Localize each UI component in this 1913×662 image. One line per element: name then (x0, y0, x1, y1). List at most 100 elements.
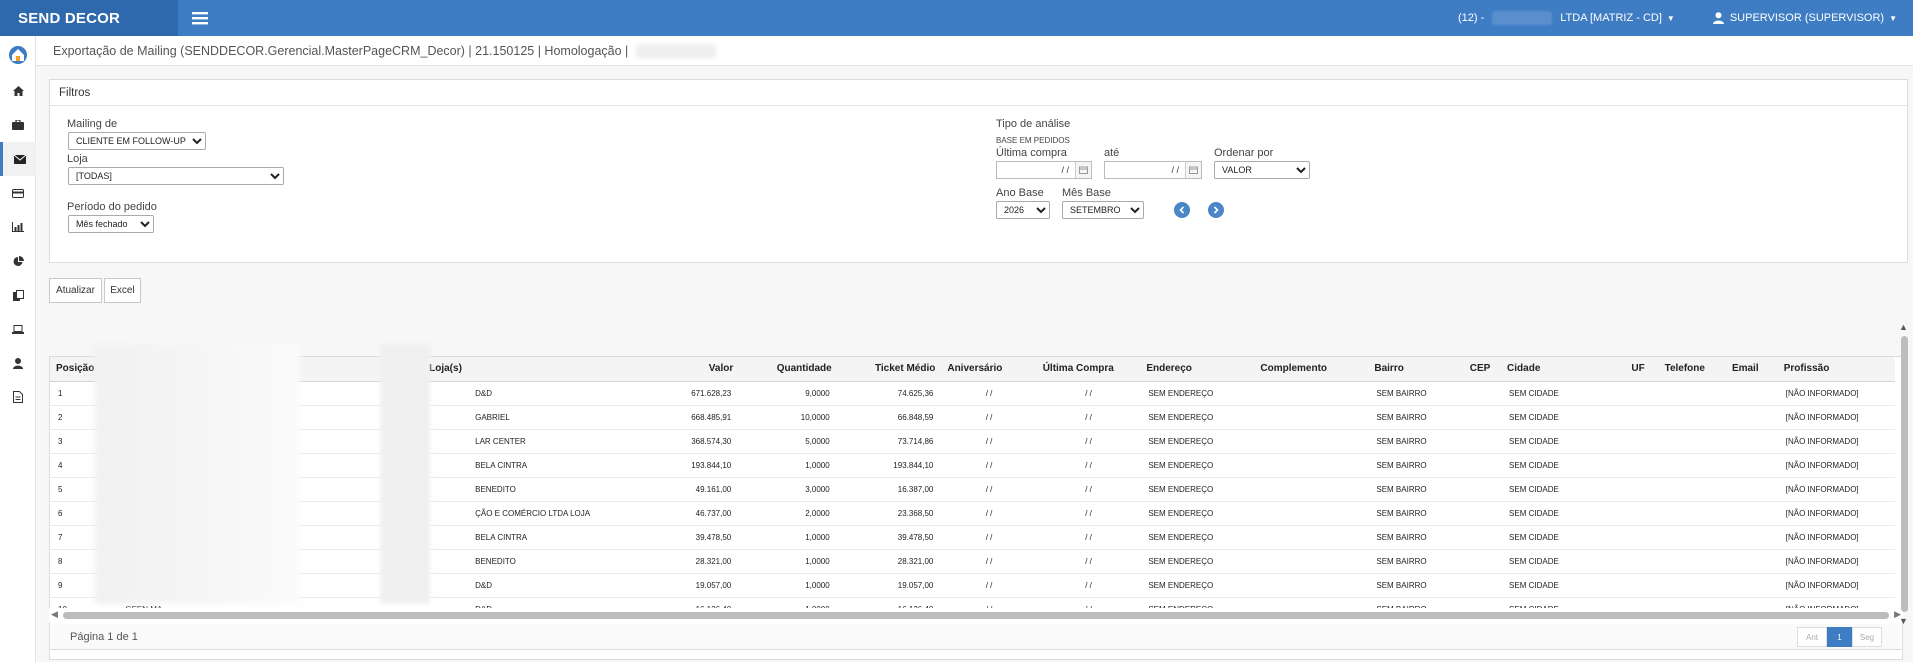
column-header[interactable]: UF (1625, 357, 1659, 382)
ano-base-label: Ano Base (996, 187, 1044, 199)
pagination-next[interactable]: Seg (1852, 627, 1882, 647)
table-row[interactable]: 6MARCELEÇÃO E COMÉRCIO LTDA LOJA46.737,0… (50, 501, 1895, 526)
table-cell (1463, 381, 1502, 406)
table-row[interactable]: 4SIHMON SBELA CINTRA193.844,101,0000193.… (50, 453, 1895, 478)
table-cell: ÇÃO E COMÉRCIO LTDA LOJA (423, 501, 605, 526)
sidebar-item-reports[interactable] (0, 210, 36, 244)
mes-base-select[interactable]: SETEMBRO (1062, 201, 1144, 219)
table-cell (1625, 477, 1659, 502)
table-cell: SEM BAIRRO (1368, 381, 1464, 406)
table-cell (1254, 573, 1369, 598)
column-header[interactable]: Aniversário (941, 357, 1037, 382)
table-row[interactable]: 5MARCELEBENEDITO49.161,003,000016.387,00… (50, 477, 1895, 502)
ultima-compra-label: Última compra (996, 147, 1067, 159)
column-header[interactable]: Loja(s) (423, 357, 605, 382)
sidebar-item-briefcase[interactable] (0, 108, 36, 142)
table-row[interactable]: 9MARIANND&D19.057,001,000019.057,00/ // … (50, 573, 1895, 598)
calendar-icon[interactable] (1075, 162, 1091, 178)
top-navbar: SEND DECOR (12) - LTDA [MATRIZ - CD] ▼ S… (0, 0, 1913, 36)
column-header[interactable]: Quantidade (739, 357, 838, 382)
table-cell: 9,0000 (739, 381, 838, 406)
brand-logo[interactable]: SEND DECOR (0, 0, 178, 36)
vertical-scroll-thumb[interactable] (1901, 336, 1908, 612)
scroll-left-icon[interactable]: ◀ (51, 609, 58, 620)
sidebar-item-analytics[interactable] (0, 244, 36, 278)
periodo-select[interactable]: Mês fechado (68, 215, 154, 233)
scroll-up-icon[interactable]: ▲ (1899, 322, 1908, 332)
next-month-button[interactable] (1208, 202, 1224, 218)
user-icon (13, 357, 23, 369)
table-cell: / / (1036, 405, 1141, 430)
column-header[interactable]: Valor (604, 357, 740, 382)
column-header[interactable]: Ticket Médio (837, 357, 942, 382)
table-cell (1658, 381, 1726, 406)
table-cell: SEM BAIRRO (1368, 405, 1464, 430)
menu-toggle-button[interactable] (186, 4, 214, 32)
table-cell: 3,0000 (739, 477, 838, 502)
atualizar-button[interactable]: Atualizar (49, 278, 102, 303)
sidebar-item-mailing[interactable] (0, 142, 36, 176)
column-header[interactable]: Última Compra (1036, 357, 1141, 382)
ordenar-select[interactable]: VALOR (1214, 161, 1310, 179)
table-cell: SEM BAIRRO (1368, 549, 1464, 574)
table-cell: 1,0000 (739, 573, 838, 598)
user-name: SUPERVISOR (SUPERVISOR) (1729, 12, 1885, 24)
loja-select[interactable]: [TODAS] (68, 167, 284, 185)
column-header[interactable]: Profissão (1777, 357, 1895, 382)
table-cell: 19.057,00 (837, 573, 942, 598)
ate-field[interactable]: / / (1104, 161, 1202, 179)
table-cell: 193.844,10 (837, 453, 942, 478)
table-cell: / / (941, 477, 1037, 502)
table-cell: / / (1036, 549, 1141, 574)
sidebar-item-files[interactable] (0, 380, 36, 414)
table-row[interactable]: 2MARCELEGABRIEL668.485,9110,000066.848,5… (50, 405, 1895, 430)
column-header[interactable]: Bairro (1368, 357, 1464, 382)
mailing-select[interactable]: CLIENTE EM FOLLOW-UP (68, 132, 206, 150)
table-cell: BELA CINTRA (423, 525, 605, 550)
table-cell: / / (941, 549, 1037, 574)
calendar-icon[interactable] (1185, 162, 1201, 178)
column-header[interactable]: Cidade (1501, 357, 1626, 382)
sidebar-logo[interactable] (0, 36, 36, 74)
page-title: Exportação de Mailing (SENDDECOR.Gerenci… (53, 43, 629, 58)
ultima-compra-field[interactable]: / / (996, 161, 1092, 179)
sidebar-item-cards[interactable] (0, 176, 36, 210)
table-row[interactable]: 1MARCELED&D671.628,239,000074.625,36/ //… (50, 381, 1895, 406)
column-header[interactable]: CEP (1463, 357, 1502, 382)
sidebar-item-system[interactable] (0, 312, 36, 346)
table-row[interactable]: 8ISABEL DBENEDITO28.321,001,000028.321,0… (50, 549, 1895, 574)
table-cell (1254, 525, 1369, 550)
table-cell: [NÃO INFORMADO] (1777, 477, 1895, 502)
grid-footer: Página 1 de 1 Ant 1 Seg (49, 624, 1903, 650)
sidebar-item-users[interactable] (0, 346, 36, 380)
table-cell (1463, 405, 1502, 430)
previous-month-button[interactable] (1174, 202, 1190, 218)
logo-icon (9, 46, 27, 64)
horizontal-scrollbar[interactable]: ◀ ▶ (49, 608, 1903, 622)
user-menu[interactable]: SUPERVISOR (SUPERVISOR) ▼ (1712, 12, 1897, 24)
table-cell: 668.485,91 (604, 405, 740, 430)
chevron-left-icon (1179, 206, 1185, 214)
column-header[interactable]: Telefone (1658, 357, 1726, 382)
table-cell (1463, 453, 1502, 478)
column-header[interactable]: Endereço (1140, 357, 1255, 382)
excel-button[interactable]: Excel (104, 278, 141, 303)
pagination-prev[interactable]: Ant (1797, 627, 1827, 647)
table-cell (1725, 453, 1778, 478)
vertical-scrollbar[interactable]: ▲ ▼ (1898, 322, 1910, 626)
table-cell: / / (1036, 453, 1141, 478)
sidebar-item-documents[interactable] (0, 278, 36, 312)
table-row[interactable]: 3MARCELELAR CENTER368.574,305,000073.714… (50, 429, 1895, 454)
table-cell: 2,0000 (739, 501, 838, 526)
ordenar-label: Ordenar por (1214, 147, 1274, 159)
ano-base-select[interactable]: 2026 (996, 201, 1050, 219)
column-header[interactable]: Complemento (1254, 357, 1369, 382)
company-selector[interactable]: (12) - LTDA [MATRIZ - CD] ▼ (1458, 11, 1675, 25)
chevron-down-icon: ▼ (1889, 13, 1897, 23)
table-row[interactable]: 7MARCELEBELA CINTRA39.478,501,000039.478… (50, 525, 1895, 550)
column-header[interactable]: Email (1725, 357, 1778, 382)
sidebar-item-home[interactable] (0, 74, 36, 108)
horizontal-scroll-thumb[interactable] (63, 612, 1889, 619)
table-cell: 39.478,50 (604, 525, 740, 550)
pagination-current[interactable]: 1 (1827, 627, 1852, 647)
